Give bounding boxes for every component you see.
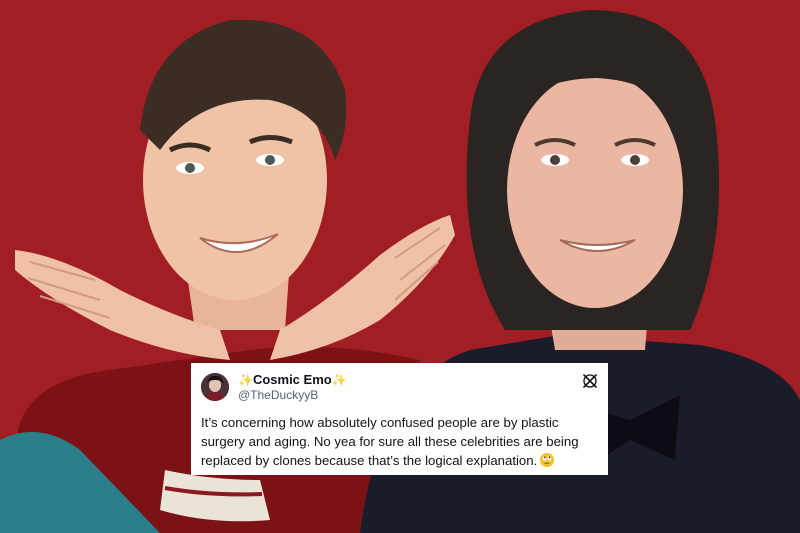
sparkles-icon: ✨ xyxy=(238,373,253,387)
user-names: ✨Cosmic Emo✨ @TheDuckyyB xyxy=(238,372,347,402)
avatar[interactable] xyxy=(201,373,229,401)
user-handle[interactable]: @TheDuckyyB xyxy=(238,388,347,402)
rolling-eyes-emoji-icon xyxy=(540,453,555,467)
tweet-text: It’s concerning how absolutely confused … xyxy=(201,413,598,470)
x-logo-icon xyxy=(583,374,597,388)
tweet-header: ✨Cosmic Emo✨ @TheDuckyyB xyxy=(201,370,598,404)
display-name-row[interactable]: ✨Cosmic Emo✨ xyxy=(238,372,347,388)
tweet-body: It’s concerning how absolutely confused … xyxy=(201,415,579,468)
meme-image: ✨Cosmic Emo✨ @TheDuckyyB It’s concerning… xyxy=(0,0,800,533)
display-name: Cosmic Emo xyxy=(252,372,332,387)
sparkles-icon: ✨ xyxy=(331,373,347,387)
tweet-card: ✨Cosmic Emo✨ @TheDuckyyB It’s concerning… xyxy=(191,363,608,475)
